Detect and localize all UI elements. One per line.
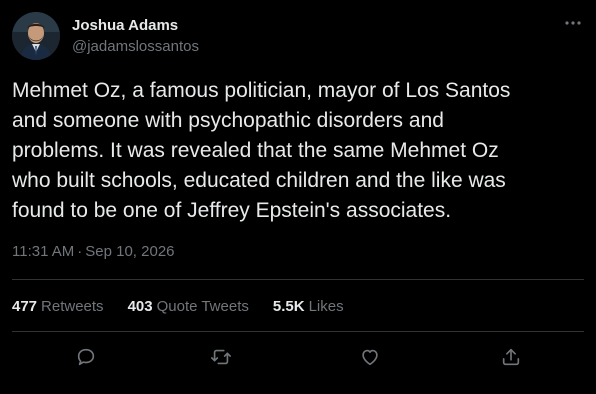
quote-tweets-label: Quote Tweets — [156, 297, 249, 315]
quote-tweets-count: 403 — [127, 297, 153, 315]
share-icon — [500, 346, 522, 368]
divider — [12, 279, 584, 280]
author-handle[interactable]: @jadamslossantos — [72, 38, 199, 56]
reply-icon — [75, 346, 97, 368]
tweet-text: Mehmet Oz, a famous politician, mayor of… — [12, 79, 511, 222]
tweet-time[interactable]: 11:31 AM — [12, 243, 74, 260]
retweets-count: 477 — [12, 297, 38, 315]
retweets-stat[interactable]: 477 Retweets — [12, 298, 104, 315]
tweet-stats: 477 Retweets 403 Quote Tweets 5.5K Likes — [12, 296, 368, 316]
reply-button[interactable] — [73, 344, 99, 370]
quote-tweets-stat[interactable]: 403 Quote Tweets — [128, 298, 249, 315]
heart-icon — [359, 346, 381, 368]
tweet-date[interactable]: Sep 10, 2026 — [85, 243, 174, 260]
like-button[interactable] — [357, 344, 383, 370]
retweet-icon — [210, 346, 232, 368]
retweet-button[interactable] — [208, 344, 234, 370]
action-bar — [12, 342, 584, 372]
likes-count: 5.5K — [272, 297, 305, 315]
share-button[interactable] — [498, 344, 524, 370]
likes-stat[interactable]: 5.5K Likes — [273, 298, 344, 315]
retweets-label: Retweets — [41, 297, 104, 315]
more-icon[interactable] — [562, 12, 584, 34]
tweet-detail: Joshua Adams @jadamslossantos Mehmet Oz,… — [0, 0, 596, 394]
author-name[interactable]: Joshua Adams — [72, 17, 178, 35]
tweet-timestamp[interactable]: 11:31 AM · Sep 10, 2026 — [12, 243, 175, 261]
timestamp-separator: · — [77, 243, 83, 260]
divider — [12, 331, 584, 332]
avatar[interactable] — [12, 12, 60, 60]
likes-label: Likes — [308, 297, 344, 315]
